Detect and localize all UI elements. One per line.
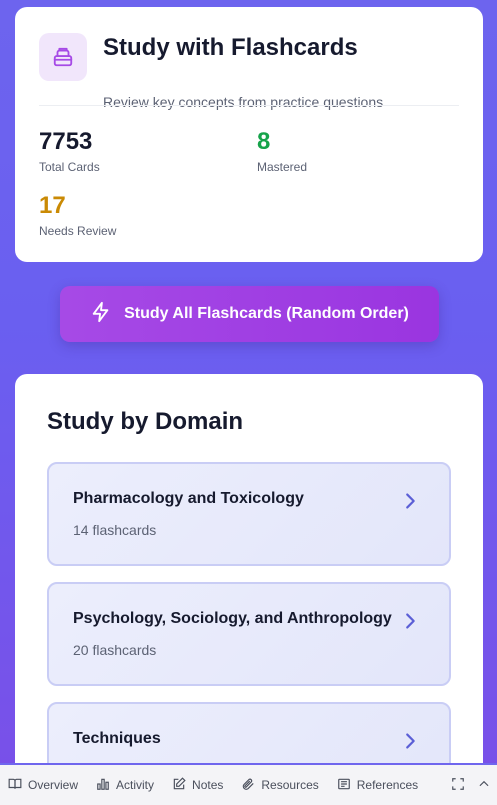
domain-card: Study by Domain Pharmacology and Toxicol…	[15, 374, 483, 805]
domain-count: 14 flashcards	[73, 522, 157, 538]
domain-name: Techniques	[73, 730, 161, 747]
archive-box-icon	[39, 33, 87, 81]
stat-label: Mastered	[257, 160, 308, 174]
edit-icon	[172, 776, 186, 794]
nav-item-references[interactable]: References	[337, 777, 418, 794]
chevron-up-icon[interactable]	[477, 777, 491, 796]
stat-label: Total Cards	[39, 160, 100, 174]
stat-label: Needs Review	[39, 224, 117, 238]
domain-item[interactable]: Pharmacology and Toxicology 14 flashcard…	[47, 462, 451, 566]
nav-item-resources[interactable]: Resources	[241, 777, 319, 794]
nav-label: Resources	[261, 778, 319, 792]
study-all-button[interactable]: Study All Flashcards (Random Order)	[60, 286, 439, 342]
study-all-label: Study All Flashcards (Random Order)	[124, 305, 409, 322]
expand-icon[interactable]	[451, 777, 465, 796]
domain-item[interactable]: Psychology, Sociology, and Anthropology …	[47, 582, 451, 686]
nav-label: References	[356, 778, 419, 792]
header-card: Study with Flashcards Review key concept…	[15, 7, 483, 262]
page-subtitle: Review key concepts from practice questi…	[103, 94, 384, 110]
domain-name: Pharmacology and Toxicology	[73, 490, 304, 507]
divider	[39, 105, 459, 106]
nav-item-activity[interactable]: Activity	[96, 777, 154, 794]
nav-label: Notes	[192, 778, 224, 792]
nav-right-icons	[451, 777, 491, 796]
book-open-icon	[8, 777, 22, 794]
chevron-right-icon	[399, 610, 421, 637]
nav-item-overview[interactable]: Overview	[8, 777, 78, 794]
chevron-right-icon	[399, 730, 421, 757]
domain-name: Psychology, Sociology, and Anthropology	[73, 610, 392, 627]
header: Study with Flashcards Review key concept…	[39, 33, 459, 110]
nav-label: Activity	[116, 778, 155, 792]
nav-label: Overview	[28, 778, 79, 792]
bar-chart-icon	[96, 777, 110, 794]
lightning-icon	[90, 301, 112, 328]
domain-count: 20 flashcards	[73, 642, 157, 658]
newspaper-icon	[337, 777, 351, 794]
paperclip-icon	[241, 777, 255, 794]
section-title: Study by Domain	[47, 408, 244, 435]
chevron-right-icon	[399, 490, 421, 517]
nav-item-notes[interactable]: Notes	[172, 776, 224, 794]
bottom-nav: Overview Activity Notes Resources Refere…	[0, 763, 497, 805]
stat-value: 7753	[39, 128, 93, 155]
stat-mastered: 8 Mastered	[257, 128, 307, 174]
stat-needs-review: 17 Needs Review	[39, 192, 116, 238]
page-title: Study with Flashcards	[103, 34, 358, 61]
stat-value: 17	[39, 192, 66, 219]
stat-value: 8	[257, 128, 271, 155]
stat-total-cards: 7753 Total Cards	[39, 128, 100, 174]
